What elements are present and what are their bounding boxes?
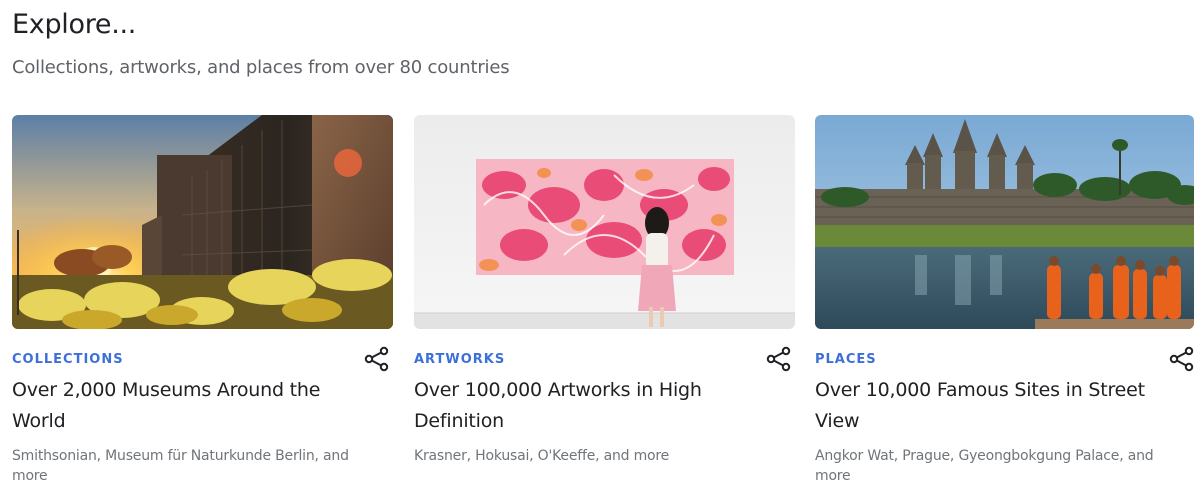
card-description: Smithsonian, Museum für Naturkunde Berli…: [12, 448, 349, 484]
angkor-wat-image[interactable]: [815, 115, 1194, 329]
card-category[interactable]: COLLECTIONS: [12, 352, 124, 367]
card-category[interactable]: ARTWORKS: [414, 352, 505, 367]
explore-card-collections[interactable]: COLLECTIONS Over 2,000 Museums Around th…: [12, 115, 393, 484]
page-title: Explore...: [12, 9, 137, 40]
card-title[interactable]: Over 2,000 Museums Around the World: [12, 375, 362, 437]
share-icon[interactable]: [765, 345, 793, 373]
card-title[interactable]: Over 10,000 Famous Sites in Street View: [815, 375, 1165, 437]
explore-card-artworks[interactable]: ARTWORKS Over 100,000 Artworks in High D…: [414, 115, 795, 482]
card-category[interactable]: PLACES: [815, 352, 877, 367]
museum-building-image[interactable]: [12, 115, 393, 329]
card-description: Krasner, Hokusai, O'Keeffe, and more: [414, 448, 670, 464]
artwork-gallery-image[interactable]: [414, 115, 795, 329]
card-title[interactable]: Over 100,000 Artworks in High Definition: [414, 375, 764, 437]
share-icon[interactable]: [363, 345, 391, 373]
explore-card-places[interactable]: PLACES Over 10,000 Famous Sites in Stree…: [815, 115, 1194, 484]
card-description: Angkor Wat, Prague, Gyeongbokgung Palace…: [815, 448, 1154, 484]
page-subtitle: Collections, artworks, and places from o…: [12, 57, 510, 78]
share-icon[interactable]: [1168, 345, 1194, 373]
